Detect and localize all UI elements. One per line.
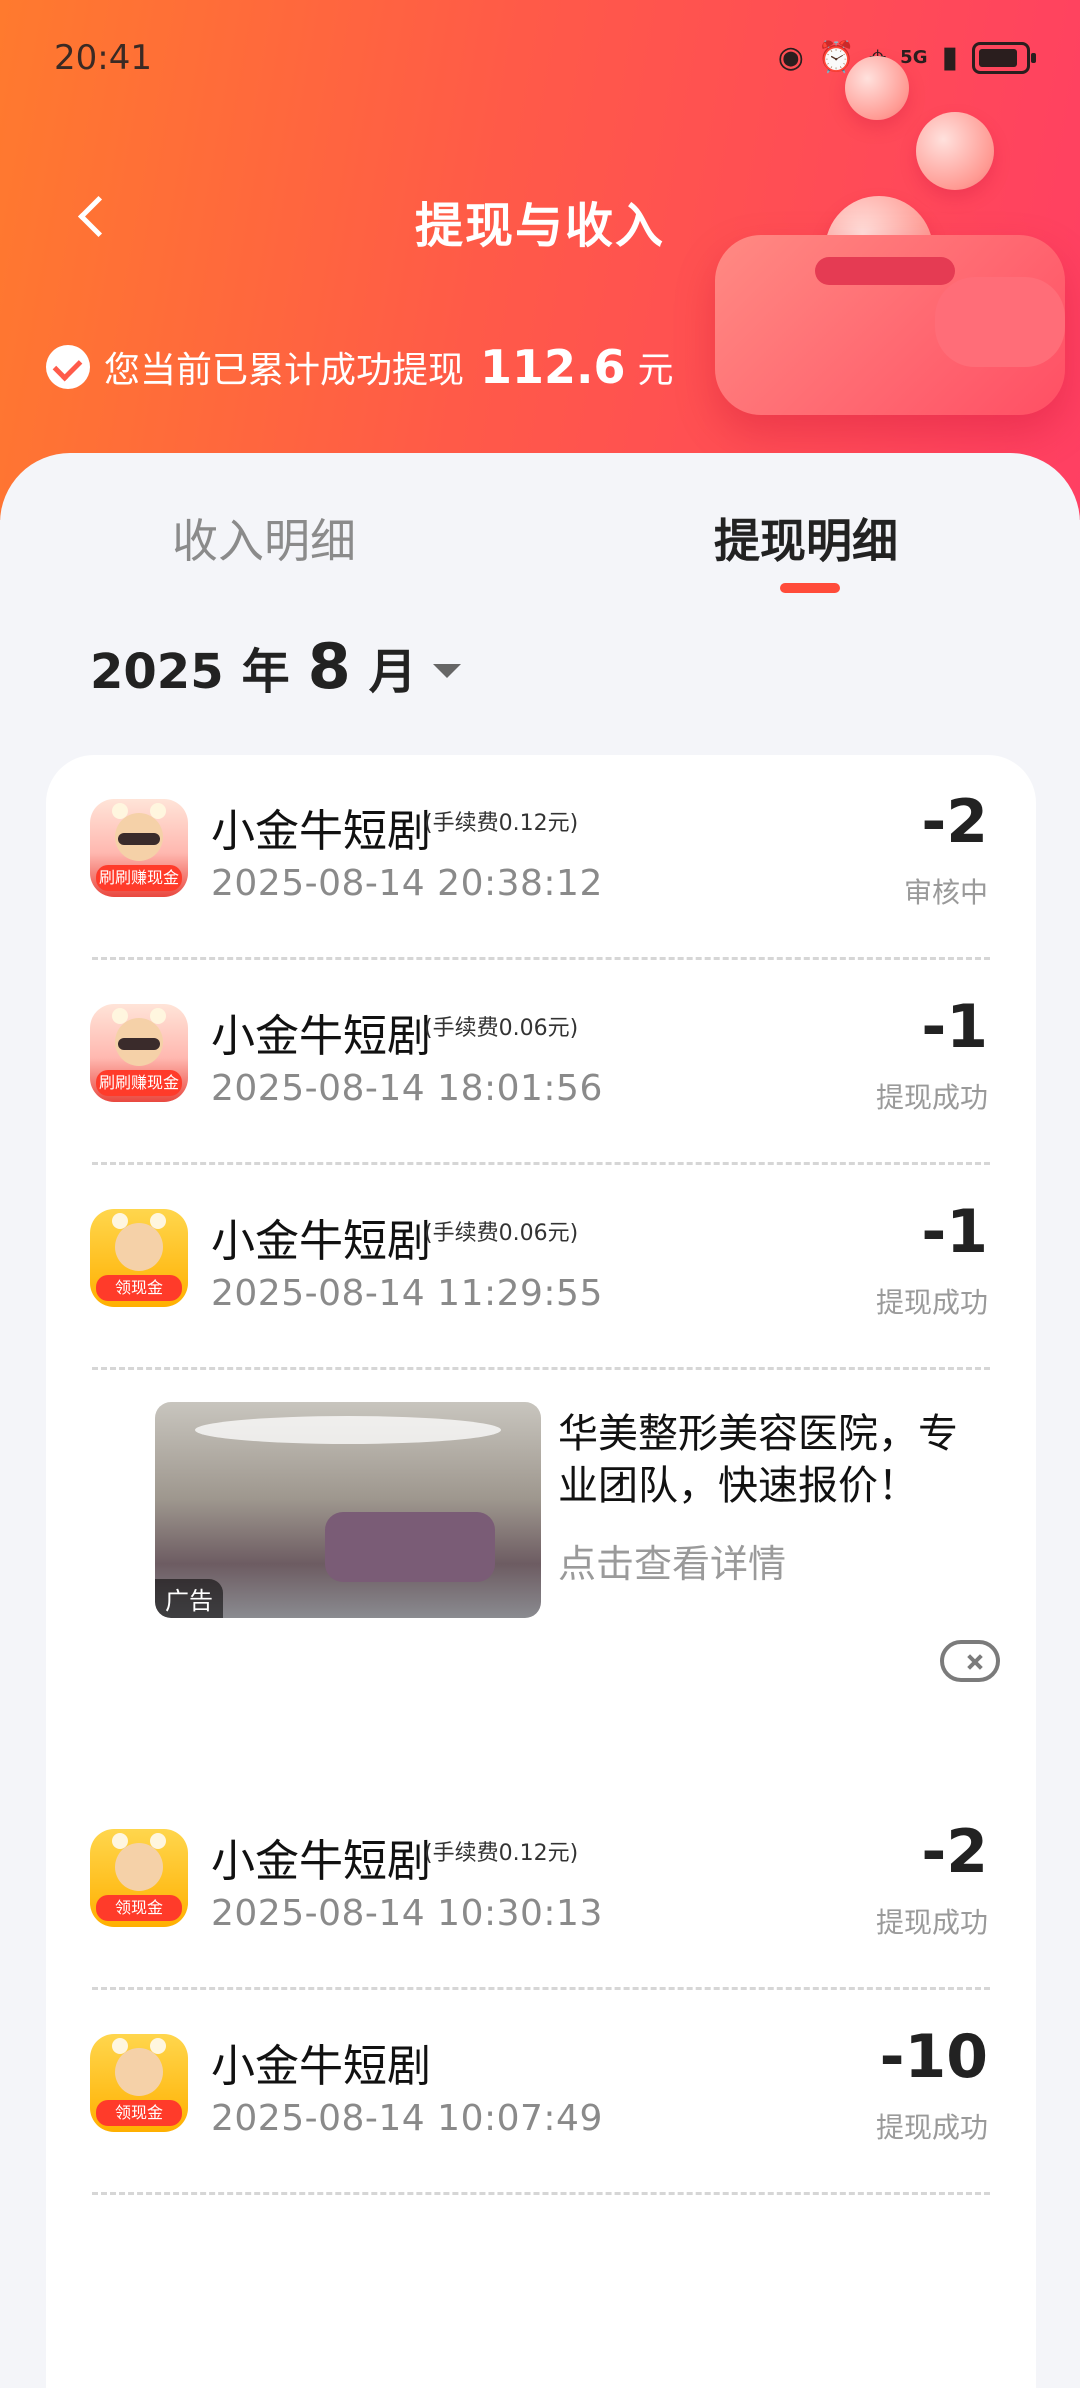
- app-icon: 刷刷赚现金: [90, 799, 188, 897]
- record-status: 提现成功: [875, 1286, 988, 1319]
- app-icon-badge: 刷刷赚现金: [96, 1070, 182, 1096]
- month-label: 月: [368, 644, 417, 700]
- app-icon-badge: 领现金: [96, 1895, 182, 1921]
- record-status: 提现成功: [875, 1906, 988, 1939]
- record-status: 审核中: [903, 876, 988, 909]
- app-icon-badge: 刷刷赚现金: [96, 865, 182, 891]
- header-banner: 20:41 ◉ ⏰ ⌖ 5G ▮ 提现与收入 您当前已累计成功提现 112.6 …: [0, 0, 1080, 520]
- year-label: 年: [241, 644, 290, 700]
- ad-details-link[interactable]: 点击查看详情: [558, 1533, 786, 1588]
- record-name: 小金牛短剧: [211, 2041, 431, 2092]
- record-time: 2025-08-14 10:07:49: [211, 2098, 603, 2139]
- record-time: 2025-08-14 18:01:56: [211, 1068, 603, 1109]
- active-tab-indicator: [780, 583, 840, 593]
- summary-unit: 元: [637, 350, 674, 391]
- record-name: 小金牛短剧: [211, 1011, 431, 1062]
- wallet-flap: [935, 277, 1065, 367]
- withdraw-record[interactable]: 刷刷赚现金 小金牛短剧 (手续费0.06元) 2025-08-14 18:01:…: [46, 960, 1036, 1165]
- wallet-icon: [715, 235, 1065, 415]
- month-value: 8: [307, 630, 351, 703]
- status-bar: 20:41 ◉ ⏰ ⌖ 5G ▮: [0, 0, 1080, 120]
- record-name: 小金牛短剧: [211, 1836, 431, 1887]
- cow-icon: [112, 1833, 166, 1891]
- ad-title[interactable]: 业团队，快速报价！: [558, 1460, 1008, 1512]
- tab-income-details[interactable]: 收入明细: [172, 505, 356, 571]
- summary-amount: 112.6: [480, 340, 626, 394]
- check-circle-icon: [46, 345, 90, 389]
- withdraw-record[interactable]: 领现金 小金牛短剧 2025-08-14 10:07:49 -10 提现成功: [46, 1990, 1036, 2195]
- record-amount: -1: [921, 992, 988, 1062]
- record-fee: (手续费0.06元): [424, 1221, 579, 1246]
- withdraw-record[interactable]: 领现金 小金牛短剧 (手续费0.06元) 2025-08-14 11:29:55…: [46, 1165, 1036, 1370]
- sunglasses-icon: [118, 833, 160, 845]
- record-amount: -10: [879, 2022, 988, 2092]
- record-fee: (手续费0.06元): [424, 1016, 579, 1041]
- eye-icon: ◉: [777, 40, 804, 75]
- record-status: 提现成功: [875, 1081, 988, 1114]
- app-icon: 领现金: [90, 1209, 188, 1307]
- divider: [92, 2192, 990, 2195]
- record-amount: -2: [921, 1817, 988, 1887]
- cow-icon: [112, 1213, 166, 1271]
- wallet-slot: [815, 257, 955, 285]
- record-amount: -2: [921, 787, 988, 857]
- record-amount: -1: [921, 1197, 988, 1267]
- close-icon[interactable]: [940, 1640, 1000, 1682]
- record-status: 提现成功: [875, 2111, 988, 2144]
- tab-withdraw-details[interactable]: 提现明细: [714, 505, 898, 571]
- ad-image[interactable]: 广告: [155, 1402, 541, 1618]
- app-icon: 领现金: [90, 1829, 188, 1927]
- summary-text: 您当前已累计成功提现: [104, 350, 465, 391]
- status-time: 20:41: [54, 38, 152, 78]
- app-icon-badge: 领现金: [96, 2100, 182, 2126]
- coin-icon: [916, 112, 994, 190]
- coin-icon: [845, 56, 909, 120]
- record-time: 2025-08-14 10:30:13: [211, 1893, 603, 1934]
- withdraw-record[interactable]: 领现金 小金牛短剧 (手续费0.12元) 2025-08-14 10:30:13…: [46, 1785, 1036, 1990]
- app-icon-badge: 领现金: [96, 1275, 182, 1301]
- summary: 您当前已累计成功提现 112.6 元: [46, 340, 674, 394]
- cow-icon: [112, 2038, 166, 2096]
- ad-tag: 广告: [155, 1579, 223, 1618]
- record-fee: (手续费0.12元): [424, 1841, 579, 1866]
- battery-icon: [972, 42, 1036, 74]
- app-icon: 刷刷赚现金: [90, 1004, 188, 1102]
- record-name: 小金牛短剧: [211, 1216, 431, 1267]
- record-time: 2025-08-14 20:38:12: [211, 863, 603, 904]
- ad-title[interactable]: 华美整形美容医院，专: [558, 1408, 1008, 1460]
- app-icon: 领现金: [90, 2034, 188, 2132]
- chevron-down-icon: [432, 664, 461, 678]
- sunglasses-icon: [118, 1038, 160, 1050]
- withdraw-record[interactable]: 刷刷赚现金 小金牛短剧 (手续费0.12元) 2025-08-14 20:38:…: [46, 755, 1036, 960]
- network-label: 5G: [900, 47, 928, 68]
- year-value: 2025: [90, 644, 224, 700]
- record-time: 2025-08-14 11:29:55: [211, 1273, 603, 1314]
- signal-icon: ▮: [941, 40, 958, 75]
- ad-card[interactable]: 广告 华美整形美容医院，专 业团队，快速报价！ 点击查看详情: [46, 1350, 1036, 1770]
- record-fee: (手续费0.12元): [424, 811, 579, 836]
- month-selector[interactable]: 2025 年 8 月: [90, 630, 461, 703]
- record-name: 小金牛短剧: [211, 806, 431, 857]
- withdraw-list-card: 刷刷赚现金 小金牛短剧 (手续费0.12元) 2025-08-14 20:38:…: [46, 755, 1036, 2388]
